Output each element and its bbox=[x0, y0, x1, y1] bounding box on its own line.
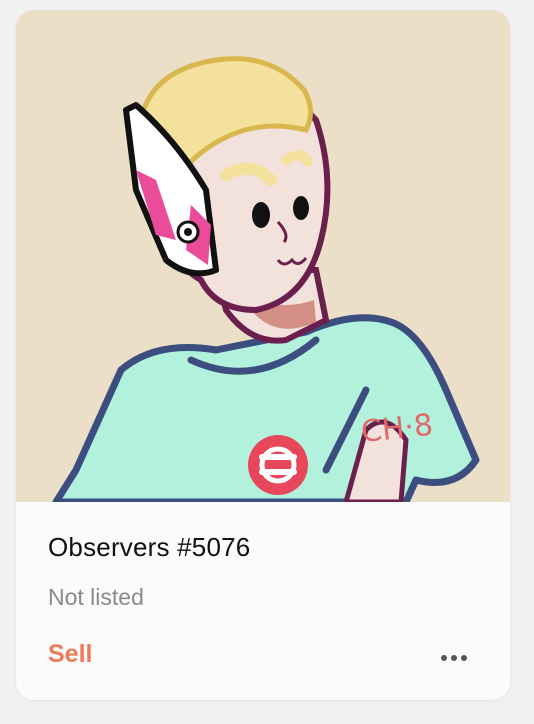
more-dot bbox=[461, 655, 467, 661]
nft-card[interactable]: CH·8 Observers #5076 Not listed Sell bbox=[16, 10, 510, 700]
svg-text:CH·8: CH·8 bbox=[359, 408, 434, 450]
more-options-icon[interactable] bbox=[434, 646, 474, 670]
more-dot bbox=[441, 655, 447, 661]
nft-title: Observers #5076 bbox=[48, 532, 251, 562]
sell-button[interactable]: Sell bbox=[48, 640, 92, 669]
nft-artwork-image: CH·8 bbox=[16, 10, 510, 502]
listing-status: Not listed bbox=[48, 584, 144, 610]
more-dot bbox=[451, 655, 457, 661]
nft-artwork[interactable]: CH·8 bbox=[16, 10, 510, 502]
